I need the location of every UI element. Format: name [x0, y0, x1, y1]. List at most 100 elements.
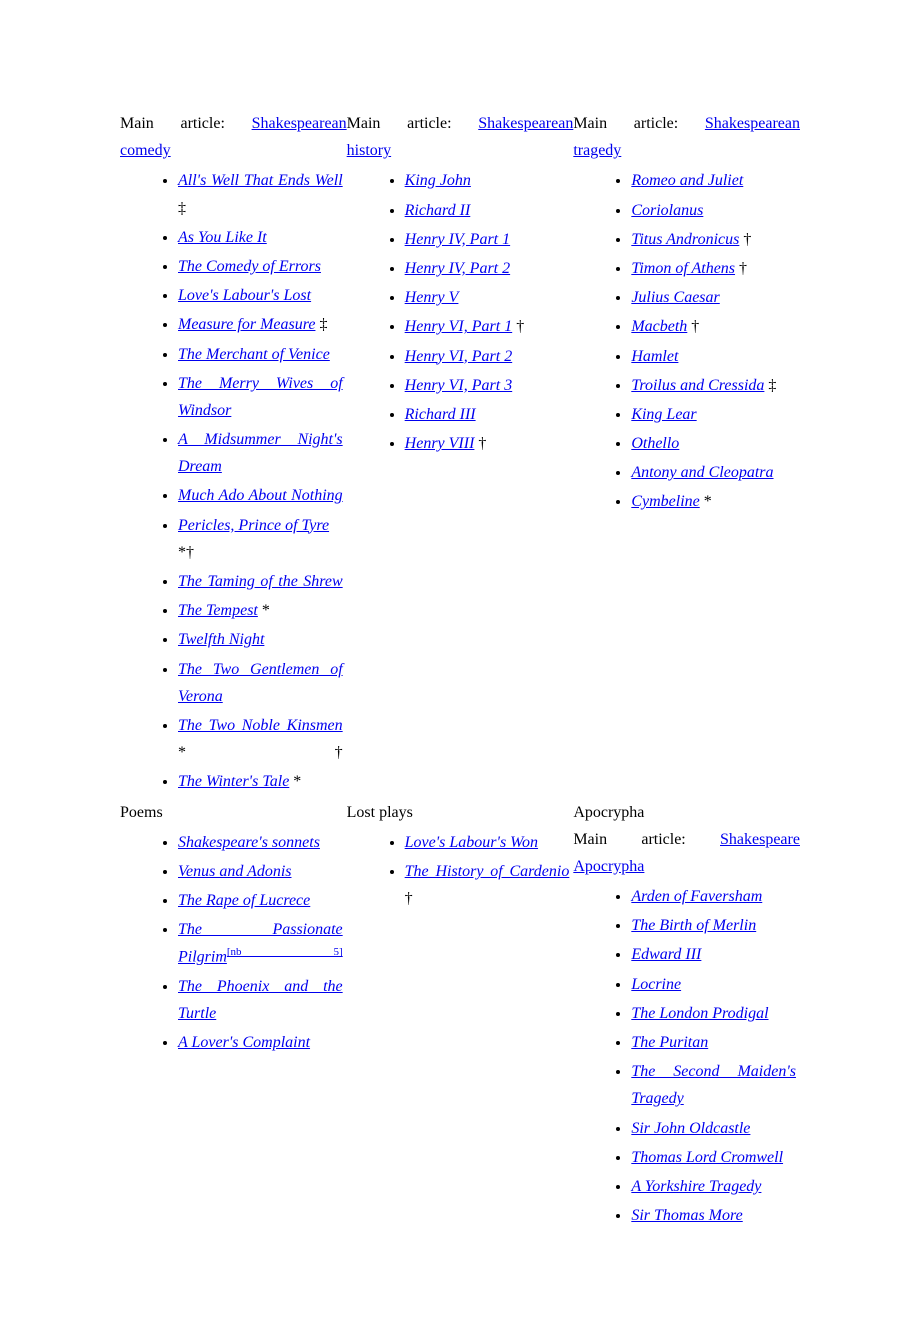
work-link[interactable]: The Merry Wives of Windsor — [178, 375, 343, 419]
work-link[interactable]: Love's Labour's Won — [405, 834, 538, 851]
work-link[interactable]: King Lear — [631, 406, 696, 423]
work-link[interactable]: A Midsummer Night's Dream — [178, 431, 343, 475]
apocrypha-column: Apocrypha Main article: Shakespeare Apoc… — [573, 799, 800, 1233]
main-article-prefix: Main article: — [573, 831, 720, 848]
suffix-marker: † — [735, 260, 747, 277]
work-link[interactable]: The History of Cardenio — [405, 863, 570, 880]
list-item: Shakespeare's sonnets — [178, 828, 347, 857]
suffix-marker: † — [405, 890, 413, 907]
list-item: Much Ado About Nothing — [178, 481, 347, 510]
work-link[interactable]: A Lover's Complaint — [178, 1034, 310, 1051]
apocrypha-title: Apocrypha — [573, 799, 800, 826]
work-link[interactable]: Henry VI, Part 2 — [405, 348, 513, 365]
list-item: Timon of Athens † — [631, 254, 800, 283]
work-link[interactable]: The Passionate Pilgrim — [178, 921, 343, 966]
list-item: The Passionate Pilgrim[nb 5] — [178, 915, 347, 972]
top-row: Main article: Shakespearean comedy All's… — [120, 110, 800, 799]
work-link[interactable]: Titus Andronicus — [631, 231, 739, 248]
work-link[interactable]: Twelfth Night — [178, 631, 264, 648]
work-link[interactable]: Hamlet — [631, 348, 678, 365]
suffix-marker: † — [687, 318, 699, 335]
work-link[interactable]: Richard II — [405, 202, 471, 219]
work-link[interactable]: Sir Thomas More — [631, 1207, 742, 1224]
list-item: Henry VI, Part 2 — [405, 342, 574, 371]
work-link[interactable]: King John — [405, 172, 471, 189]
list-item: Love's Labour's Won — [405, 828, 574, 857]
work-link[interactable]: The Second Maiden's Tragedy — [631, 1063, 796, 1107]
list-item: The Second Maiden's Tragedy — [631, 1057, 800, 1113]
work-link[interactable]: Antony and Cleopatra — [631, 464, 773, 481]
history-list: King John Richard II Henry IV, Part 1 Henry… — [347, 166, 574, 458]
work-link[interactable]: Othello — [631, 435, 679, 452]
work-link[interactable]: Much Ado About Nothing — [178, 487, 343, 504]
poems-column: Poems Shakespeare's sonnetsVenus and Ado… — [120, 799, 347, 1233]
work-link[interactable]: Henry VI, Part 1 — [405, 318, 513, 335]
work-link[interactable]: Locrine — [631, 976, 681, 993]
list-item: The Merry Wives of Windsor — [178, 369, 347, 425]
work-link[interactable]: The Two Gentlemen of Verona — [178, 661, 343, 705]
comedy-column: Main article: Shakespearean comedy All's… — [120, 110, 347, 799]
suffix-marker: *† — [178, 744, 343, 761]
footnote-ref[interactable]: [nb 5] — [227, 946, 343, 958]
work-link[interactable]: Timon of Athens — [631, 260, 735, 277]
work-link[interactable]: Richard III — [405, 406, 476, 423]
list-item: Love's Labour's Lost — [178, 281, 347, 310]
list-item: Macbeth † — [631, 312, 800, 341]
list-item: King Lear — [631, 400, 800, 429]
work-link[interactable]: Henry VI, Part 3 — [405, 377, 513, 394]
list-item: Twelfth Night — [178, 625, 347, 654]
list-item: Romeo and Juliet — [631, 166, 800, 195]
work-link[interactable]: The Phoenix and the Turtle — [178, 978, 343, 1022]
work-link[interactable]: The Birth of Merlin — [631, 917, 756, 934]
work-link[interactable]: The Tempest — [178, 602, 258, 619]
list-item: The Birth of Merlin — [631, 911, 800, 940]
list-item: Edward III — [631, 940, 800, 969]
work-link[interactable]: Henry VIII — [405, 435, 475, 452]
work-link[interactable]: Macbeth — [631, 318, 687, 335]
work-link[interactable]: The Winter's Tale — [178, 773, 289, 790]
work-link[interactable]: The Comedy of Errors — [178, 258, 321, 275]
work-link[interactable]: Henry IV, Part 1 — [405, 231, 510, 248]
work-link[interactable]: The Two Noble Kinsmen — [178, 717, 343, 734]
work-link[interactable]: The Taming of the Shrew — [178, 573, 343, 590]
work-link[interactable]: Sir John Oldcastle — [631, 1120, 750, 1137]
work-link[interactable]: Troilus and Cressida — [631, 377, 764, 394]
work-link[interactable]: All's Well That Ends Well — [178, 172, 343, 189]
work-link[interactable]: A Yorkshire Tragedy — [631, 1178, 761, 1195]
work-link[interactable]: Henry IV, Part 2 — [405, 260, 510, 277]
list-item: Henry VIII † — [405, 429, 574, 458]
work-link[interactable]: Arden of Faversham — [631, 888, 762, 905]
work-link[interactable]: Coriolanus — [631, 202, 703, 219]
work-link[interactable]: The Rape of Lucrece — [178, 892, 310, 909]
work-link[interactable]: Julius Caesar — [631, 289, 719, 306]
work-link[interactable]: The Puritan — [631, 1034, 708, 1051]
list-item: The Comedy of Errors — [178, 252, 347, 281]
work-link[interactable]: Romeo and Juliet — [631, 172, 743, 189]
history-heading: Main article: Shakespearean history — [347, 110, 574, 164]
work-link[interactable]: Measure for Measure — [178, 316, 315, 333]
list-item: Henry IV, Part 1 — [405, 225, 574, 254]
work-link[interactable]: Cymbeline — [631, 493, 699, 510]
work-link[interactable]: Love's Labour's Lost — [178, 287, 311, 304]
list-item: Titus Andronicus † — [631, 225, 800, 254]
tragedy-column: Main article: Shakespearean tragedy Rome… — [573, 110, 800, 799]
list-item: Venus and Adonis — [178, 857, 347, 886]
comedy-heading: Main article: Shakespearean comedy — [120, 110, 347, 164]
work-link[interactable]: Henry V — [405, 289, 459, 306]
list-item: The London Prodigal — [631, 999, 800, 1028]
work-link[interactable]: Edward III — [631, 946, 701, 963]
list-item: Locrine — [631, 970, 800, 999]
work-link[interactable]: As You Like It — [178, 229, 267, 246]
list-item: The Tempest * — [178, 596, 347, 625]
work-link[interactable]: Pericles, Prince of Tyre — [178, 517, 329, 534]
list-item: Sir Thomas More — [631, 1201, 800, 1230]
work-link[interactable]: Thomas Lord Cromwell — [631, 1149, 783, 1166]
work-link[interactable]: Shakespeare's sonnets — [178, 834, 320, 851]
work-link[interactable]: The London Prodigal — [631, 1005, 768, 1022]
list-item: The Puritan — [631, 1028, 800, 1057]
work-link[interactable]: The Merchant of Venice — [178, 346, 330, 363]
suffix-marker: ‡ — [178, 200, 186, 217]
list-item: The Rape of Lucrece — [178, 886, 347, 915]
work-link[interactable]: Venus and Adonis — [178, 863, 291, 880]
list-item: All's Well That Ends Well ‡ — [178, 166, 347, 222]
